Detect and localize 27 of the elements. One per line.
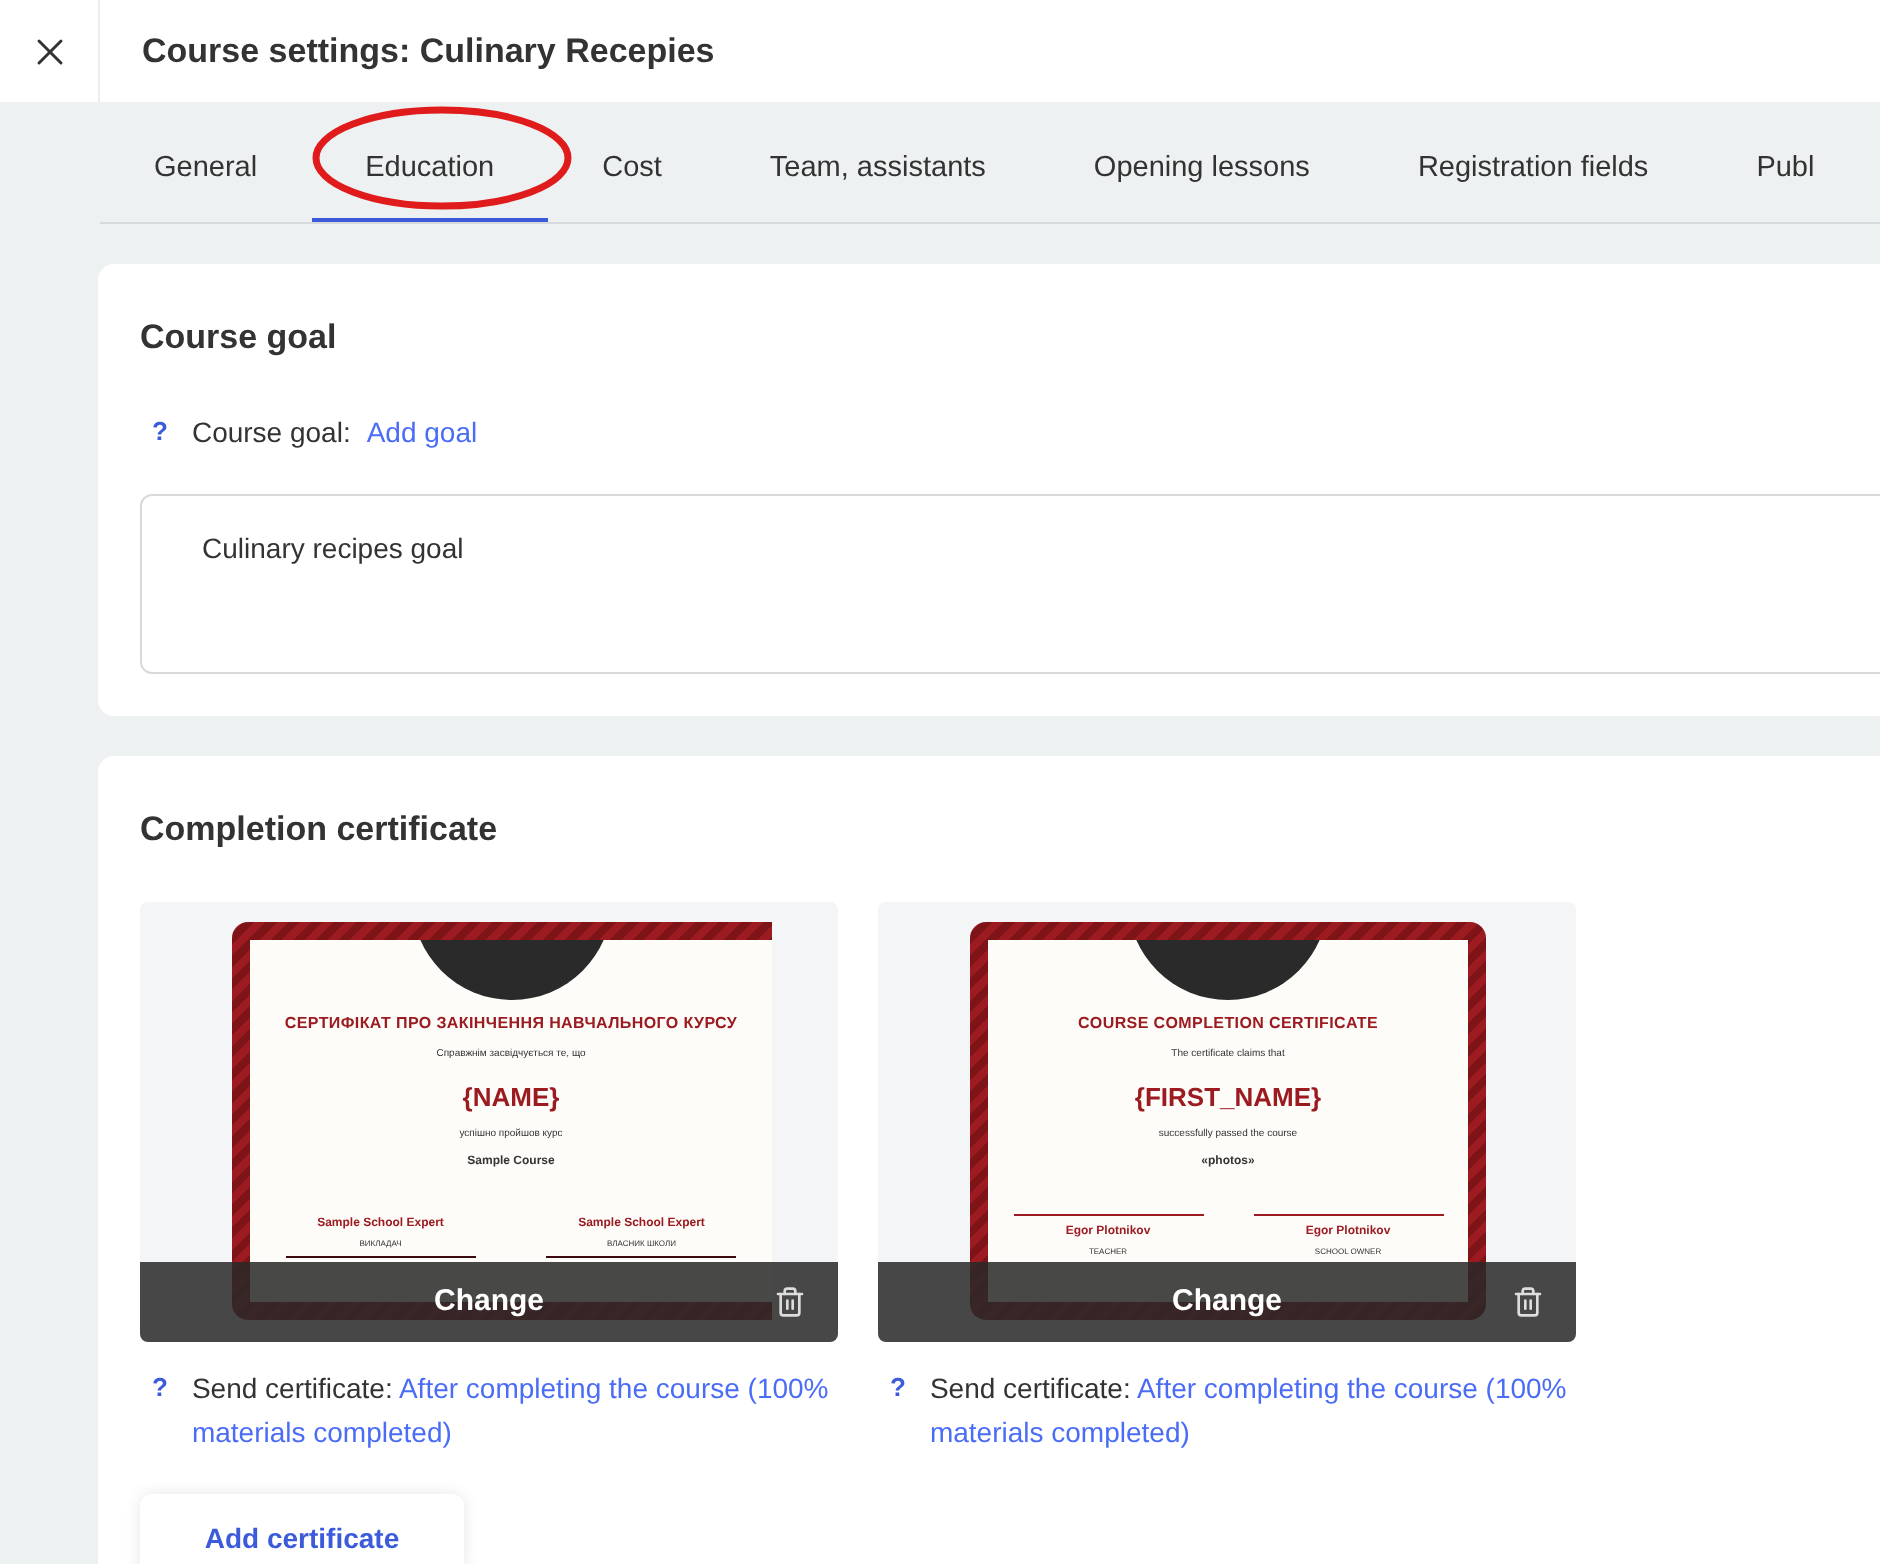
- tab[interactable]: General: [100, 120, 312, 222]
- add-certificate-button[interactable]: Add certificate: [140, 1494, 464, 1564]
- send-certificate-text: Send certificate: After completing the course (100% materials completed): [929, 1370, 1569, 1452]
- tab[interactable]: Opening lessons: [1039, 120, 1364, 222]
- certificate-name-field: {FIRST_NAME}: [1134, 1077, 1322, 1116]
- delete-icon[interactable]: [774, 1286, 806, 1318]
- window-title: Course settings: Culinary Recepies: [142, 29, 715, 74]
- tab[interactable]: Team, assistants: [715, 120, 1040, 222]
- goal-field[interactable]: Culinary recipes goal: [140, 493, 1880, 673]
- goal-label: Course goal:: [191, 413, 351, 452]
- help-icon[interactable]: ?: [890, 1366, 906, 1454]
- change-button[interactable]: Change: [433, 1279, 544, 1325]
- certificate-name-field: {NAME}: [462, 1077, 560, 1116]
- change-button[interactable]: Change: [1171, 1279, 1282, 1325]
- certificate-title: COURSE COMPLETION CERTIFICATE: [1077, 1012, 1379, 1036]
- help-icon[interactable]: ?: [152, 1366, 168, 1454]
- send-certificate-text: Send certificate: After completing the course (100% materials completed): [191, 1370, 831, 1452]
- delete-icon[interactable]: [1512, 1286, 1544, 1318]
- tab[interactable]: Education: [311, 120, 549, 222]
- section-heading: Completion certificate: [140, 807, 500, 851]
- section-heading: Course goal: [140, 316, 339, 360]
- tab[interactable]: Cost: [548, 120, 716, 222]
- tab[interactable]: Publ: [1702, 120, 1869, 222]
- certificate-title: СЕРТИФІКАТ ПРО ЗАКІНЧЕННЯ НАВЧАЛЬНОГО КУРСУ: [284, 1012, 738, 1036]
- help-icon[interactable]: ?: [152, 412, 168, 452]
- tab[interactable]: Registration fields: [1363, 120, 1703, 222]
- add-goal-link[interactable]: Add goal: [366, 411, 478, 453]
